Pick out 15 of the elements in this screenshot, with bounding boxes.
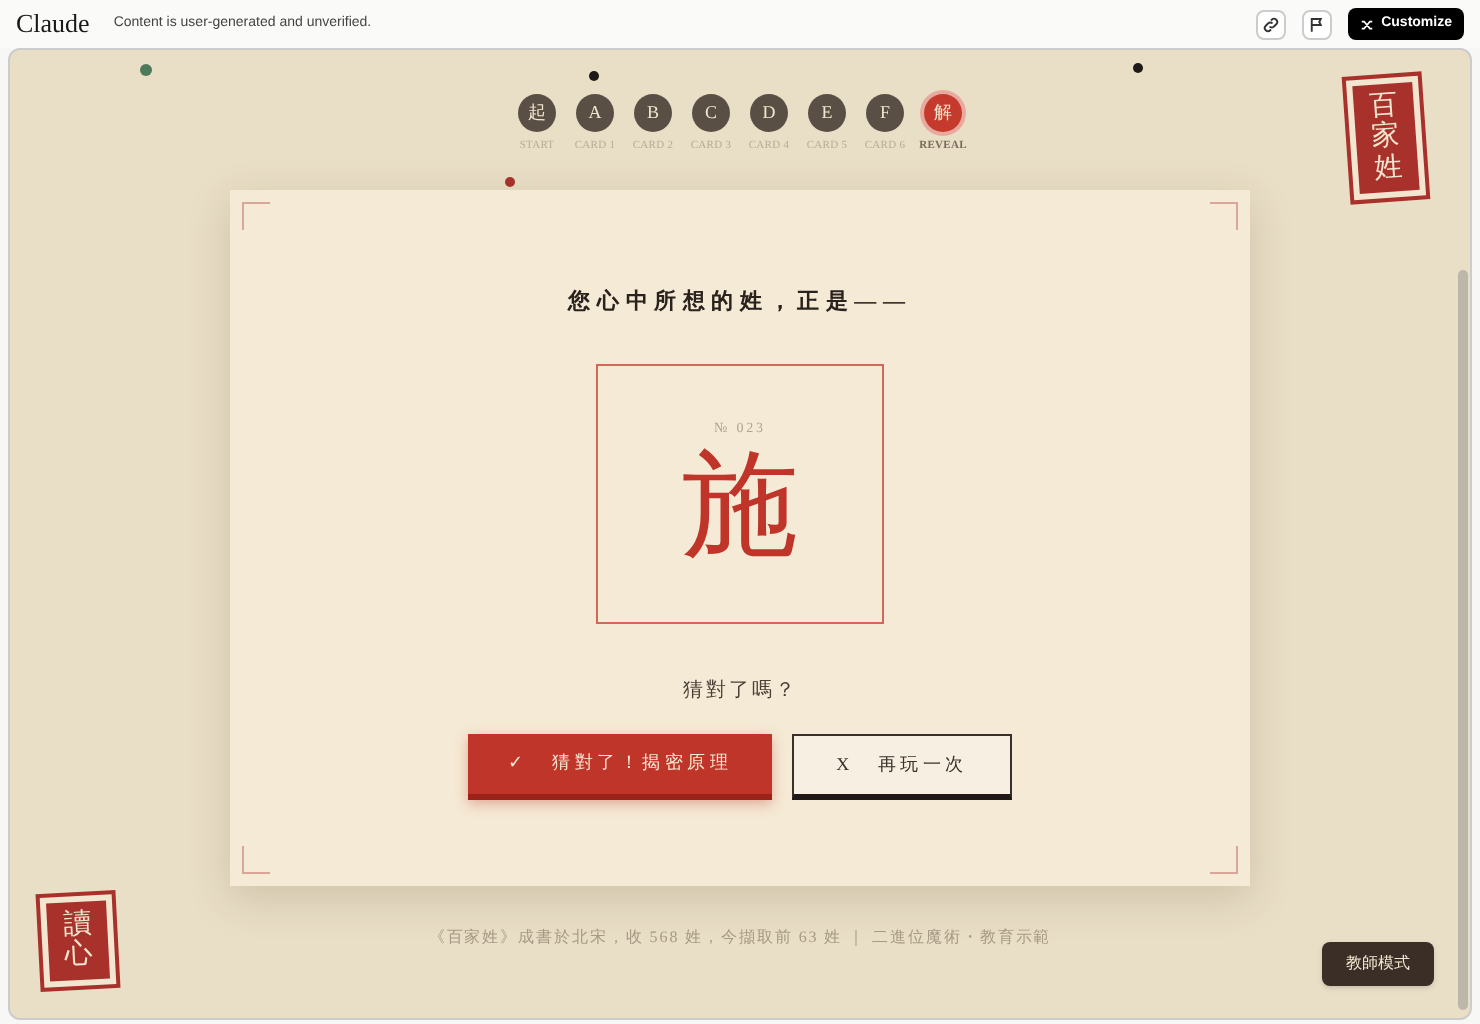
seal-text: 百家姓 xyxy=(1368,91,1404,186)
surname-character: 施 xyxy=(682,442,798,571)
play-again-button[interactable]: X 再玩一次 xyxy=(792,733,1012,800)
reveal-prompt: 您心中所想的姓，正是—— xyxy=(568,287,912,319)
footer-note: 《百家姓》成書於北宋，收 568 姓，今擷取前 63 姓 ｜ 二進位魔術・教育示範 xyxy=(428,926,1052,951)
flag-button[interactable] xyxy=(1301,9,1332,39)
reveal-secret-button[interactable]: ✓ 猜對了！揭密原理 xyxy=(468,733,772,800)
flag-icon xyxy=(1307,15,1326,33)
brand-name: Claude xyxy=(16,6,90,43)
link-button[interactable] xyxy=(1255,9,1286,39)
question-text: 猜對了嗎？ xyxy=(682,677,798,706)
teacher-mode-button[interactable]: 教師模式 xyxy=(1322,942,1434,986)
seal-text: 讀心 xyxy=(62,909,94,973)
shuffle-icon xyxy=(1359,17,1374,31)
link-icon xyxy=(1261,15,1280,33)
